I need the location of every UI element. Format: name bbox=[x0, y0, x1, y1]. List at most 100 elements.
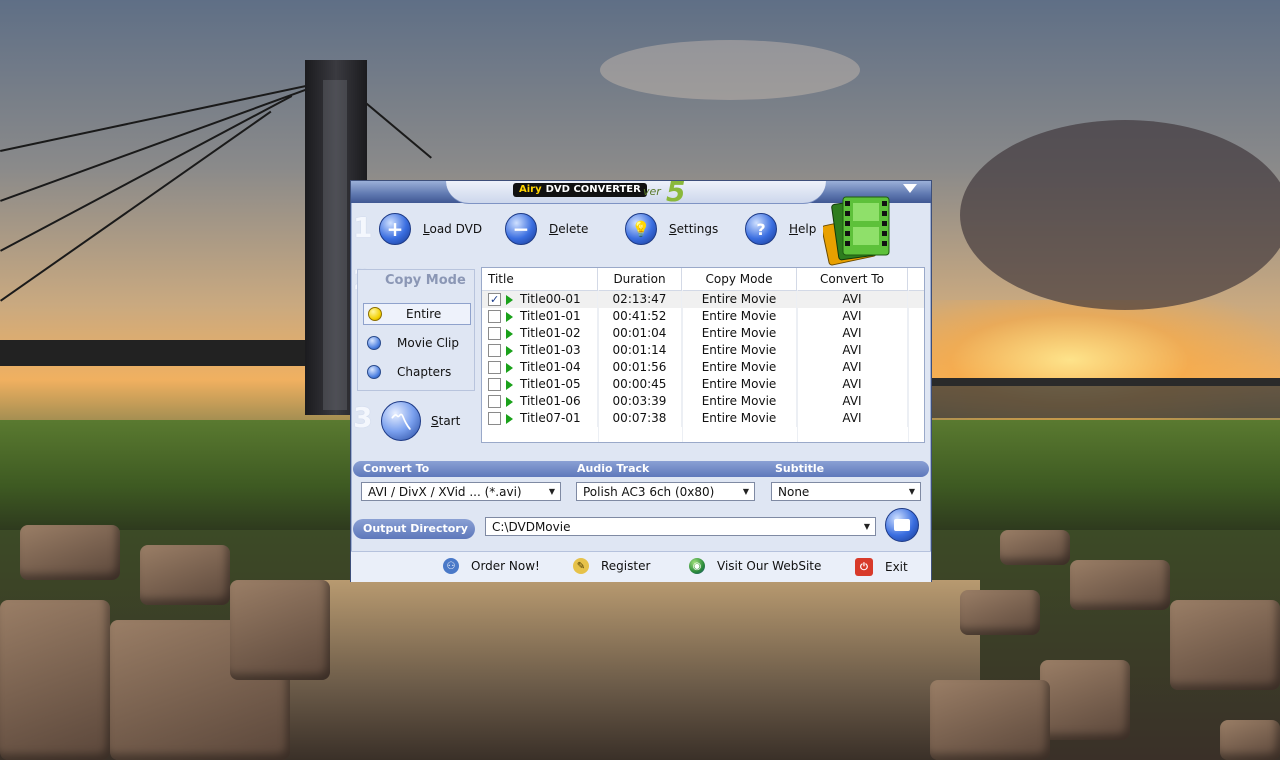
table-row[interactable]: Title07-01 00:07:38 Entire Movie AVI bbox=[482, 410, 924, 427]
duration-cell: 00:41:52 bbox=[598, 308, 682, 325]
exit-button[interactable]: ⏻ Exit bbox=[855, 558, 908, 576]
row-checkbox[interactable] bbox=[488, 344, 501, 357]
bridge-cable bbox=[0, 110, 272, 302]
distant-bridge bbox=[930, 378, 1280, 386]
copy-mode-cell: Entire Movie bbox=[682, 393, 797, 410]
copy-mode-cell: Entire Movie bbox=[682, 359, 797, 376]
column-header-convert-to[interactable]: Convert To bbox=[797, 268, 908, 290]
play-icon[interactable] bbox=[506, 311, 513, 322]
rock bbox=[1220, 720, 1280, 760]
convert-to-cell: AVI bbox=[797, 291, 908, 308]
play-icon[interactable] bbox=[506, 362, 513, 373]
table-row[interactable]: Title01-06 00:03:39 Entire Movie AVI bbox=[482, 393, 924, 410]
play-icon[interactable] bbox=[506, 328, 513, 339]
title-cell: Title07-01 bbox=[482, 410, 598, 427]
row-checkbox[interactable] bbox=[488, 327, 501, 340]
rock bbox=[20, 525, 120, 580]
play-icon[interactable] bbox=[506, 379, 513, 390]
convert-to-label: Convert To bbox=[363, 462, 430, 475]
convert-to-cell: AVI bbox=[797, 359, 908, 376]
audio-track-select[interactable]: Polish AC3 6ch (0x80) ▼ bbox=[576, 482, 755, 501]
table-row[interactable]: Title01-04 00:01:56 Entire Movie AVI bbox=[482, 359, 924, 376]
table-row[interactable]: Title01-05 00:00:45 Entire Movie AVI bbox=[482, 376, 924, 393]
subtitle-select[interactable]: None ▼ bbox=[771, 482, 921, 501]
film-reel-icon bbox=[823, 196, 890, 266]
title-text: Title00-01 bbox=[520, 292, 581, 306]
copy-mode-movie-clip[interactable]: Movie Clip bbox=[363, 333, 469, 353]
play-icon[interactable] bbox=[506, 413, 513, 424]
brand-name: DVD CONVERTER bbox=[545, 184, 641, 195]
brand-airy: Airy bbox=[519, 184, 542, 195]
row-checkbox[interactable] bbox=[488, 291, 501, 308]
question-icon: ? bbox=[745, 213, 777, 245]
column-header-copy-mode[interactable]: Copy Mode bbox=[682, 268, 797, 290]
globe-icon: ◉ bbox=[689, 558, 705, 574]
convert-to-select[interactable]: AVI / DivX / XVid ... (*.avi) ▼ bbox=[361, 482, 561, 501]
start-icon: 〽 bbox=[381, 401, 421, 441]
table-row[interactable]: Title01-03 00:01:14 Entire Movie AVI bbox=[482, 342, 924, 359]
row-checkbox[interactable] bbox=[488, 412, 501, 425]
convert-to-cell: AVI bbox=[797, 342, 908, 359]
load-dvd-button[interactable]: + Load DVD bbox=[379, 213, 482, 245]
rock bbox=[1070, 560, 1170, 610]
play-icon[interactable] bbox=[506, 294, 513, 305]
convert-to-cell: AVI bbox=[797, 376, 908, 393]
title-text: Title01-05 bbox=[520, 377, 581, 391]
bottom-bar: ⚇ Order Now! ✎ Register ◉ Visit Our WebS… bbox=[351, 551, 931, 582]
row-checkbox[interactable] bbox=[488, 378, 501, 391]
start-label: Start bbox=[431, 414, 461, 428]
title-text: Title01-02 bbox=[520, 326, 581, 340]
row-checkbox[interactable] bbox=[488, 310, 501, 323]
copy-mode-cell: Entire Movie bbox=[682, 410, 797, 427]
order-now-button[interactable]: ⚇ Order Now! bbox=[443, 558, 540, 574]
title-cell: Title01-06 bbox=[482, 393, 598, 410]
play-icon[interactable] bbox=[506, 396, 513, 407]
rock bbox=[1040, 660, 1130, 740]
register-label: Register bbox=[601, 559, 651, 573]
row-checkbox[interactable] bbox=[488, 361, 501, 374]
window-menu-arrow-icon[interactable] bbox=[903, 184, 917, 193]
radio-icon bbox=[367, 336, 381, 350]
version-prefix: ver bbox=[643, 185, 661, 198]
help-button[interactable]: ? Help bbox=[745, 213, 816, 245]
settings-button[interactable]: 💡 Settings bbox=[625, 213, 718, 245]
audio-track-value: Polish AC3 6ch (0x80) bbox=[583, 484, 715, 499]
plus-icon: + bbox=[379, 213, 411, 245]
row-checkbox[interactable] bbox=[488, 395, 501, 408]
copy-mode-entire[interactable]: Entire bbox=[363, 303, 471, 325]
copy-mode-chapters[interactable]: Chapters bbox=[363, 362, 469, 382]
output-directory-path: C:\DVDMovie bbox=[492, 519, 571, 534]
visit-website-button[interactable]: ◉ Visit Our WebSite bbox=[689, 558, 821, 574]
bridge-deck bbox=[0, 340, 352, 366]
table-row[interactable]: Title00-01 02:13:47Entire MovieAVI bbox=[482, 291, 924, 308]
radio-selected-icon bbox=[368, 307, 382, 321]
delete-button[interactable]: − Delete bbox=[505, 213, 588, 245]
cloud bbox=[960, 120, 1280, 310]
output-directory-select[interactable]: C:\DVDMovie ▼ bbox=[485, 517, 876, 536]
output-directory-label: Output Directory bbox=[353, 519, 475, 539]
column-header-duration[interactable]: Duration bbox=[598, 268, 682, 290]
minus-icon: − bbox=[505, 213, 537, 245]
duration-cell: 00:01:14 bbox=[598, 342, 682, 359]
dvd-converter-window: Airy DVD CONVERTER ver 5 1 + Load DVD − D… bbox=[350, 177, 932, 582]
table-row[interactable]: Title01-01 00:41:52 Entire Movie AVI bbox=[482, 308, 924, 325]
copy-mode-cell: Entire Movie bbox=[682, 291, 797, 308]
rock bbox=[1000, 530, 1070, 565]
chevron-down-icon: ▼ bbox=[863, 522, 871, 531]
title-cell: Title01-02 bbox=[482, 325, 598, 342]
start-button[interactable]: 〽 Start bbox=[381, 401, 460, 441]
title-text: Title01-04 bbox=[520, 360, 581, 374]
browse-folder-button[interactable] bbox=[885, 508, 919, 542]
exit-label: Exit bbox=[885, 560, 908, 574]
register-button[interactable]: ✎ Register bbox=[573, 558, 650, 574]
load-dvd-label: Load DVD bbox=[423, 222, 483, 236]
titles-table: Title Duration Copy Mode Convert To Titl… bbox=[481, 267, 925, 443]
play-icon[interactable] bbox=[506, 345, 513, 356]
table-row[interactable]: Title01-02 00:01:04 Entire Movie AVI bbox=[482, 325, 924, 342]
title-text: Title01-03 bbox=[520, 343, 581, 357]
duration-cell: 00:00:45 bbox=[598, 376, 682, 393]
column-header-title[interactable]: Title bbox=[482, 268, 598, 290]
water-pool bbox=[280, 580, 980, 760]
audio-track-label: Audio Track bbox=[577, 462, 650, 475]
bridge-cable bbox=[0, 87, 311, 202]
